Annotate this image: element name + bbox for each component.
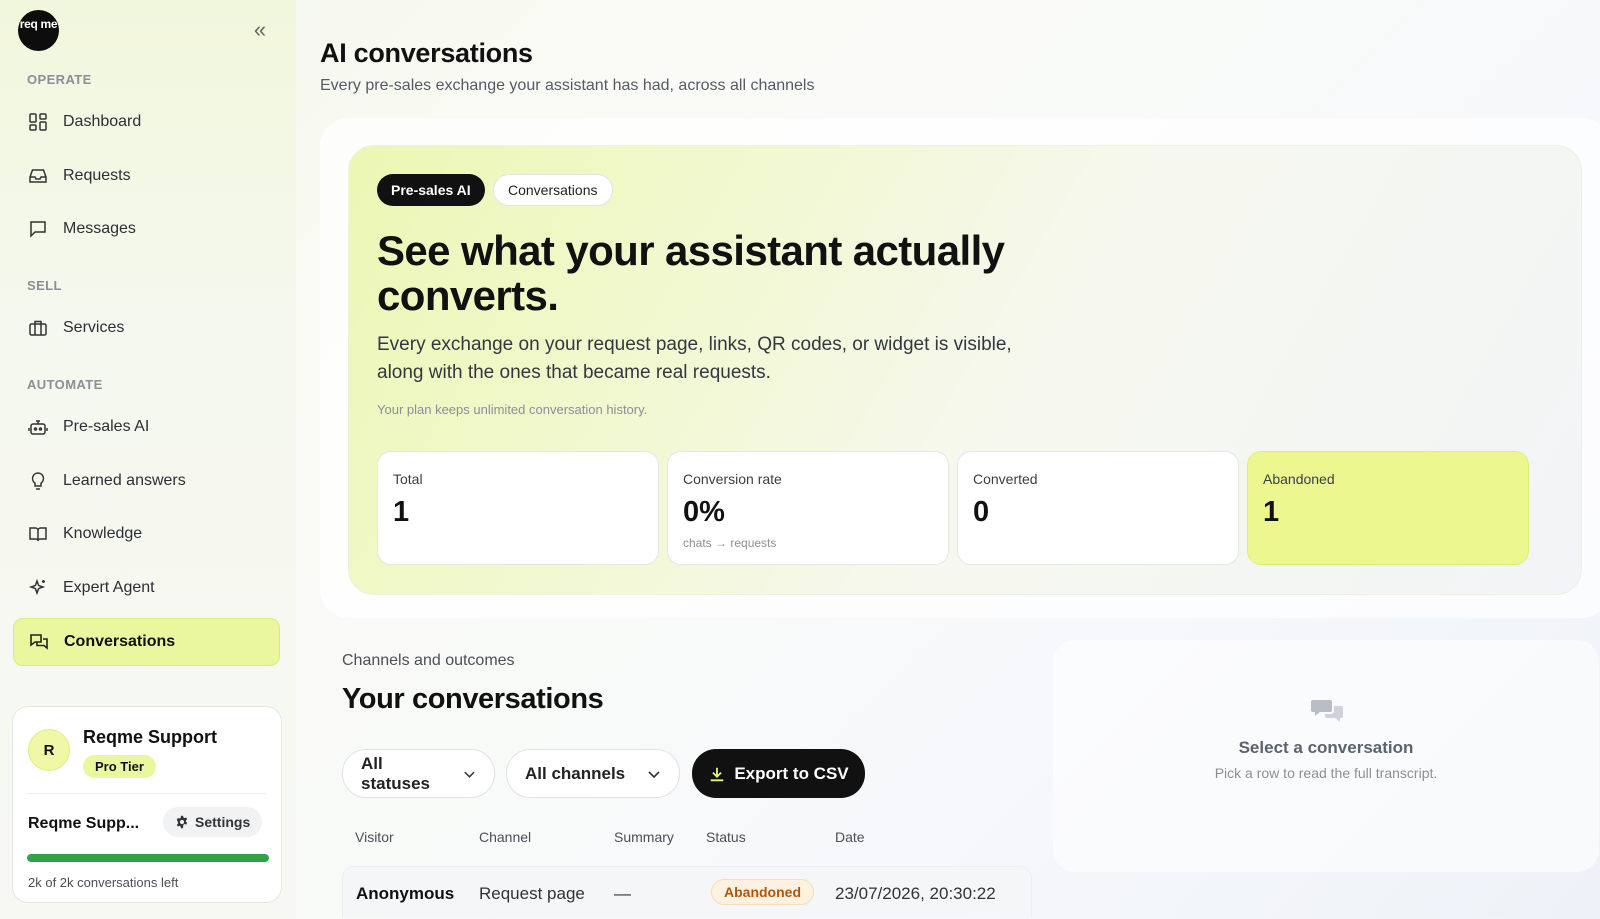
sparkle-icon (27, 577, 49, 599)
section-eyebrow: Channels and outcomes (342, 652, 515, 669)
stat-label: Total (393, 471, 423, 487)
inbox-icon (27, 165, 49, 187)
tier-badge: Pro Tier (83, 755, 156, 778)
chat-bubbles-icon (1311, 700, 1343, 722)
export-csv-label: Export to CSV (734, 763, 849, 783)
quota-progress-bar (27, 854, 269, 862)
sidebar-item-label: Requests (63, 167, 131, 184)
sidebar-item-messages[interactable]: Messages (13, 205, 280, 253)
stat-card-converted: Converted 0 (957, 451, 1239, 565)
grid-icon (27, 111, 49, 133)
sidebar-item-label: Conversations (64, 633, 176, 650)
stat-label: Abandoned (1263, 471, 1335, 487)
message-square-icon (27, 218, 49, 240)
column-header-channel[interactable]: Channel (479, 829, 531, 845)
detail-empty-subtitle: Pick a row to read the full transcript. (1214, 765, 1438, 781)
divider (27, 793, 267, 794)
stat-subtext: chats → requests (683, 536, 777, 550)
page-subtitle: Every pre-sales exchange your assistant … (320, 77, 815, 94)
stat-value: 0% (683, 496, 725, 528)
cell-summary: — (614, 884, 631, 903)
column-header-visitor[interactable]: Visitor (355, 829, 394, 845)
sidebar-item-learned-answers[interactable]: Learned answers (13, 457, 280, 505)
sidebar-item-expert-agent[interactable]: Expert Agent (13, 564, 280, 612)
status-badge: Abandoned (711, 879, 814, 905)
stat-value: 1 (393, 496, 410, 528)
hero-note: Your plan keeps unlimited conversation h… (377, 402, 648, 417)
channel-filter-select[interactable]: All channels (506, 749, 680, 798)
sidebar-item-label: Knowledge (63, 525, 143, 542)
column-header-status[interactable]: Status (706, 829, 746, 845)
download-icon (711, 767, 724, 781)
quota-progress-fill (27, 854, 269, 862)
avatar[interactable]: R (28, 729, 70, 771)
sidebar-item-pre-sales-ai[interactable]: Pre-sales AI (13, 403, 280, 451)
main-content: AI conversations Every pre-sales exchang… (296, 0, 1600, 919)
column-header-summary[interactable]: Summary (614, 829, 674, 845)
table-row[interactable]: Anonymous Request page — Abandoned 23/07… (342, 866, 1032, 918)
sidebar: req me « OPERATE Dashboard Requests Mess… (0, 0, 296, 919)
stat-card-conversion-rate: Conversion rate 0% chats → requests (667, 451, 949, 565)
lightbulb-icon (27, 470, 49, 492)
stat-value: 1 (1263, 496, 1280, 528)
pill-pre-sales-ai: Pre-sales AI (377, 174, 485, 206)
detail-empty-title: Select a conversation (1238, 738, 1414, 757)
sidebar-item-conversations[interactable]: Conversations (13, 618, 280, 666)
hero-card: Pre-sales AI Conversations See what your… (348, 145, 1582, 595)
hero-section: Pre-sales AI Conversations See what your… (320, 118, 1600, 618)
section-title: Your conversations (342, 683, 604, 715)
book-icon (27, 523, 49, 545)
pill-conversations: Conversations (493, 174, 613, 206)
stat-label: Converted (973, 471, 1038, 487)
sidebar-item-services[interactable]: Services (13, 304, 280, 352)
hero-text: Every exchange on your request page, lin… (377, 334, 1012, 383)
sidebar-item-label: Expert Agent (63, 579, 155, 596)
sidebar-item-knowledge[interactable]: Knowledge (13, 510, 280, 558)
channel-filter-value: All channels (525, 763, 626, 783)
conversation-detail-panel: Select a conversation Pick a row to read… (1053, 640, 1599, 872)
logo[interactable]: req me (18, 10, 59, 51)
user-name: Reqme Support (83, 727, 218, 747)
collapse-sidebar-button[interactable]: « (246, 18, 274, 42)
status-filter-value: All statuses (361, 753, 430, 793)
double-chevron-left-icon: « (253, 17, 267, 42)
bot-icon (27, 416, 49, 438)
status-filter-select[interactable]: All statuses (342, 749, 495, 798)
chevron-down-icon (648, 770, 660, 778)
section-label-automate: AUTOMATE (27, 377, 103, 392)
sidebar-item-label: Services (63, 319, 125, 336)
quota-text: 2k of 2k conversations left (28, 875, 179, 890)
stat-card-total: Total 1 (377, 451, 659, 565)
settings-button[interactable]: Settings (163, 807, 263, 837)
column-header-date[interactable]: Date (835, 829, 865, 845)
sidebar-item-label: Pre-sales AI (63, 418, 150, 435)
sidebar-item-requests[interactable]: Requests (13, 152, 280, 200)
chevron-down-icon (464, 771, 475, 778)
stat-label: Conversion rate (683, 471, 782, 487)
user-card: R Reqme Support Pro Tier Reqme Supp... S… (12, 706, 282, 903)
sidebar-item-label: Messages (63, 220, 136, 237)
cell-channel: Request page (479, 884, 585, 903)
cell-date: 23/07/2026, 20:30:22 (835, 884, 996, 903)
cell-visitor: Anonymous (356, 884, 455, 903)
stat-value: 0 (973, 496, 990, 528)
gear-icon (176, 815, 188, 829)
sidebar-item-label: Learned answers (63, 472, 186, 489)
section-label-sell: SELL (27, 278, 62, 293)
stat-card-abandoned: Abandoned 1 (1247, 451, 1529, 565)
briefcase-icon (27, 317, 49, 339)
chats-icon (28, 631, 50, 653)
section-label-operate: OPERATE (27, 72, 92, 87)
sidebar-item-label: Dashboard (63, 113, 142, 130)
settings-label: Settings (195, 814, 251, 830)
sidebar-item-dashboard[interactable]: Dashboard (13, 98, 280, 146)
org-name: Reqme Supp... (28, 815, 140, 832)
page-title: AI conversations (320, 38, 533, 68)
export-csv-button[interactable]: Export to CSV (692, 749, 865, 798)
hero-title: See what your assistant actually convert… (377, 227, 1005, 319)
